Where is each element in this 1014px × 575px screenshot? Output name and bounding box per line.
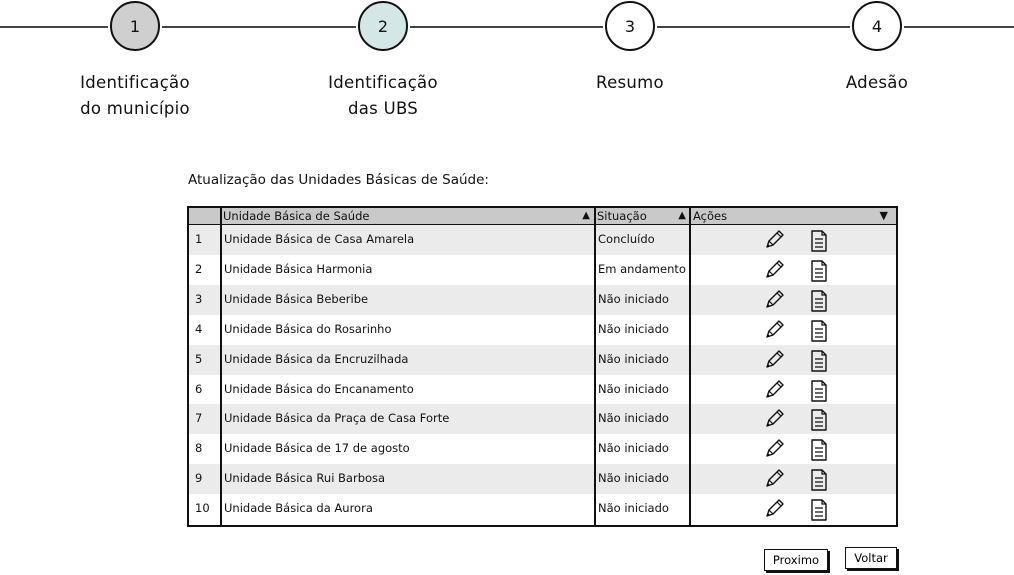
pencil-icon[interactable] xyxy=(763,468,785,490)
ubs-table: Unidade Básica de Saúde ▲︎ Situação ▲︎ A… xyxy=(187,206,898,527)
ubs-status: Concluído xyxy=(598,232,655,246)
next-button[interactable]: Proximo xyxy=(764,549,828,571)
step-label: Identificação das UBS xyxy=(283,70,483,122)
pencil-icon[interactable] xyxy=(763,259,785,281)
step-label-line: Identificação xyxy=(328,73,438,92)
table-row[interactable]: 3 Unidade Básica Beberibe Não iniciado xyxy=(189,284,896,315)
ubs-status: Não iniciado xyxy=(598,471,669,486)
step-1[interactable]: 1 Identificação do município xyxy=(35,0,235,122)
column-header-status[interactable]: Situação ▲︎ xyxy=(595,208,690,224)
document-icon[interactable] xyxy=(809,319,829,343)
row-index: 8 xyxy=(195,441,203,456)
column-divider xyxy=(594,208,596,525)
step-label-line: das UBS xyxy=(347,99,419,118)
step-label-line: do município xyxy=(80,99,190,118)
pencil-icon[interactable] xyxy=(763,379,785,401)
step-4[interactable]: 4 Adesão xyxy=(777,0,977,96)
row-index: 6 xyxy=(195,381,203,396)
table-row[interactable]: 8 Unidade Básica de 17 de agosto Não inici… xyxy=(189,434,896,464)
table-row[interactable]: 9 Unidade Básica Rui Barbosa Não iniciado xyxy=(189,464,896,495)
ubs-name: Unidade Básica Harmonia xyxy=(224,261,373,276)
sort-icon[interactable]: ▲︎ xyxy=(582,208,590,224)
table-row[interactable]: 10 Unidade Básica da Aurora Não iniciado xyxy=(189,494,896,524)
row-index: 4 xyxy=(195,321,203,336)
document-icon[interactable] xyxy=(809,468,829,492)
step-label-line: Resumo xyxy=(596,73,664,92)
ubs-name: Unidade Básica de 17 de agosto xyxy=(224,441,410,456)
ubs-status: Não iniciado xyxy=(598,291,669,306)
sort-icon[interactable]: ▲︎ xyxy=(678,208,686,224)
ubs-status: Em andamento xyxy=(598,261,686,276)
pencil-icon[interactable] xyxy=(763,498,785,520)
step-number: 3 xyxy=(605,1,655,51)
table-row[interactable]: 5 Unidade Básica da Encruzilhada Não inici… xyxy=(189,344,896,375)
column-header-label: Unidade Básica de Saúde xyxy=(223,209,370,223)
document-icon[interactable] xyxy=(809,498,829,522)
column-header-label: Ações xyxy=(693,209,728,223)
table-header: Unidade Básica de Saúde ▲︎ Situação ▲︎ A… xyxy=(189,208,896,225)
ubs-name: Unidade Básica de Casa Amarela xyxy=(224,232,415,246)
ubs-name: Unidade Básica do Encanamento xyxy=(224,381,414,396)
column-header-index xyxy=(189,208,221,224)
row-index: 9 xyxy=(195,471,203,486)
row-index: 3 xyxy=(195,291,203,306)
column-divider xyxy=(689,208,691,525)
ubs-status: Não iniciado xyxy=(598,321,669,336)
pencil-icon[interactable] xyxy=(763,438,785,460)
step-label-line: Identificação xyxy=(80,73,190,92)
back-button[interactable]: Voltar xyxy=(845,547,897,569)
document-icon[interactable] xyxy=(809,289,829,313)
pencil-icon[interactable] xyxy=(763,319,785,341)
document-icon[interactable] xyxy=(809,408,829,432)
pencil-icon[interactable] xyxy=(763,408,785,430)
column-header-name[interactable]: Unidade Básica de Saúde ▲︎ xyxy=(221,208,594,224)
step-2[interactable]: 2 Identificação das UBS xyxy=(283,0,483,122)
table-row[interactable]: 7 Unidade Básica da Praça de Casa Forte Nã… xyxy=(189,404,896,435)
step-label: Identificação do município xyxy=(35,70,235,122)
column-header-actions[interactable]: Ações ▼ xyxy=(691,208,896,224)
column-header-label: Situação xyxy=(597,209,647,223)
document-icon[interactable] xyxy=(809,379,829,403)
step-label-line: Adesão xyxy=(845,73,909,92)
column-divider xyxy=(220,208,222,525)
table-row[interactable]: 2 Unidade Básica Harmonia Em andamento xyxy=(189,255,896,285)
ubs-name: Unidade Básica Rui Barbosa xyxy=(224,471,386,486)
pencil-icon[interactable] xyxy=(763,349,785,371)
step-number: 2 xyxy=(358,1,408,51)
step-3[interactable]: 3 Resumo xyxy=(530,0,730,96)
step-label: Adesão xyxy=(777,70,977,96)
row-index: 5 xyxy=(195,351,203,366)
step-label: Resumo xyxy=(530,70,730,96)
row-index: 2 xyxy=(195,261,203,276)
ubs-name: Unidade Básica da Praça de Casa Forte xyxy=(224,411,450,426)
ubs-status: Não iniciado xyxy=(598,411,669,426)
ubs-name: Unidade Básica Beberibe xyxy=(224,291,369,306)
document-icon[interactable] xyxy=(809,229,829,253)
document-icon[interactable] xyxy=(809,438,829,462)
table-row[interactable]: 1 Unidade Básica de Casa Amarela Concluído xyxy=(189,225,896,255)
ubs-name: Unidade Básica do Rosarinho xyxy=(224,321,392,336)
pencil-icon[interactable] xyxy=(763,229,785,251)
row-index: 10 xyxy=(195,501,210,516)
pencil-icon[interactable] xyxy=(763,289,785,311)
step-number: 1 xyxy=(110,1,160,51)
document-icon[interactable] xyxy=(809,349,829,373)
dropdown-arrow-icon[interactable]: ▼ xyxy=(880,208,888,224)
step-number: 4 xyxy=(852,1,902,51)
row-index: 1 xyxy=(195,232,203,246)
document-icon[interactable] xyxy=(809,259,829,283)
table-row[interactable]: 6 Unidade Básica do Encanamento Não inicia… xyxy=(189,375,896,405)
wizard-stepper: 1 Identificação do município 2 Identific… xyxy=(0,0,1014,130)
row-index: 7 xyxy=(195,411,203,426)
ubs-status: Não iniciado xyxy=(598,381,669,396)
ubs-status: Não iniciado xyxy=(598,501,669,516)
ubs-status: Não iniciado xyxy=(598,441,669,456)
section-title: Atualização das Unidades Básicas de Saúd… xyxy=(188,172,489,188)
ubs-name: Unidade Básica da Encruzilhada xyxy=(224,351,409,366)
table-row[interactable]: 4 Unidade Básica do Rosarinho Não iniciado xyxy=(189,315,896,345)
ubs-name: Unidade Básica da Aurora xyxy=(224,501,373,516)
ubs-status: Não iniciado xyxy=(598,351,669,366)
